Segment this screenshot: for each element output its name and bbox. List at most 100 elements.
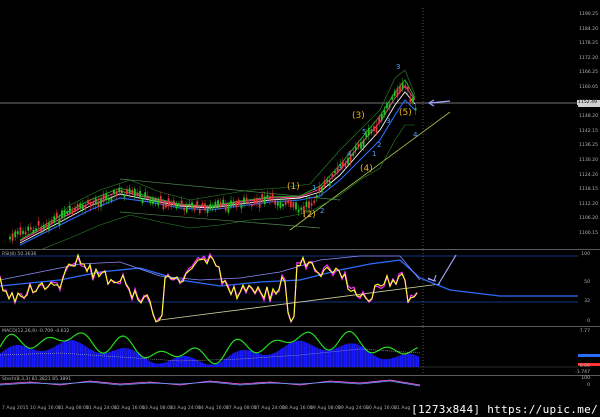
macd-histogram-bar <box>352 343 354 367</box>
candle-body <box>367 127 370 136</box>
candle-body <box>172 200 175 206</box>
macd-histogram-bar <box>214 364 216 367</box>
price-axis-label: 1106.20 <box>579 216 598 222</box>
wave-number: 1 <box>372 150 377 158</box>
macd-histogram-bar <box>356 344 359 367</box>
candle-body <box>29 227 32 230</box>
candle-body <box>63 209 66 217</box>
macd-histogram-bar <box>288 343 290 367</box>
macd-histogram-bar <box>12 345 15 367</box>
macd-histogram-bar <box>147 360 149 367</box>
candle-body <box>313 200 316 203</box>
macd-histogram-bar <box>57 344 59 367</box>
candle-body <box>162 201 165 210</box>
candle-body <box>97 201 100 207</box>
candle-body <box>144 192 147 198</box>
macd-histogram-bar <box>409 353 411 367</box>
wave-label-1: (1) <box>287 182 300 192</box>
macd-histogram-bar <box>379 358 381 367</box>
candle-body <box>81 204 84 209</box>
rsi-panel[interactable]: RSI(8) 50.3636 100 50 32 0 <box>0 250 600 326</box>
macd-histogram-bar <box>267 354 269 367</box>
wave-number: 3 <box>386 117 391 125</box>
price-axis-label: 1178.25 <box>579 41 598 47</box>
macd-histogram-bar <box>388 358 391 367</box>
candle-body <box>74 207 76 212</box>
candle-body <box>165 204 167 208</box>
macd-histogram-bar <box>96 352 98 367</box>
macd-histogram-bar <box>321 349 323 367</box>
wave-number: 4 <box>347 150 352 158</box>
macd-histogram-bar <box>208 364 210 367</box>
macd-histogram-bar <box>312 345 314 367</box>
candle-body <box>409 97 412 103</box>
candle-body <box>211 205 214 209</box>
rsi-axis-100: 100 <box>581 252 590 257</box>
macd-histogram-bar <box>19 345 21 367</box>
candle-body <box>61 210 63 218</box>
macd-histogram-bar <box>252 351 255 367</box>
macd-histogram-bar <box>134 351 136 367</box>
candle-body <box>154 199 157 203</box>
macd-histogram-bar <box>228 355 231 367</box>
candle-body <box>118 188 121 193</box>
candle-body <box>295 202 297 210</box>
price-axis-label: 1172.20 <box>579 55 598 61</box>
macd-axis-top: 7.77 <box>579 329 590 334</box>
macd-histogram-bar <box>257 353 259 367</box>
candle-body <box>243 197 245 204</box>
candle-body <box>224 204 227 211</box>
candle-body <box>19 227 22 236</box>
macd-histogram-bar <box>220 361 223 367</box>
stoch-panel[interactable]: Stoch(8,3,3) 81.3821 85.3891 100 0 <box>0 376 600 389</box>
candle-body <box>209 204 212 208</box>
macd-histogram-bar <box>152 362 154 367</box>
candle-body <box>89 202 92 207</box>
candle-body <box>131 190 134 194</box>
candle-body <box>196 201 199 207</box>
candle-body <box>45 223 48 228</box>
macd-histogram-bar <box>62 341 64 367</box>
macd-histogram-bar <box>328 350 330 367</box>
macd-histogram-bar <box>27 347 29 367</box>
candle-body <box>282 203 284 207</box>
candle-body <box>235 201 238 208</box>
price-axis-label: 1124.20 <box>579 172 598 178</box>
macd-histogram-bar <box>65 340 67 367</box>
main-price-chart[interactable]: 1190.25 1184.20 1178.25 1172.20 1166.25 1160.… <box>0 0 600 249</box>
candle-body <box>357 143 360 147</box>
wave-number: 2 <box>320 207 325 215</box>
candle-body <box>105 193 108 200</box>
candle-body <box>126 189 128 195</box>
candle-body <box>55 212 58 219</box>
macd-panel[interactable]: MACD(12,26,9) -0.709 -4.632 7.77 0.00 -1… <box>0 327 600 375</box>
candle-body <box>261 194 264 199</box>
macd-histogram-bar <box>227 356 229 367</box>
macd-histogram-bar <box>99 353 101 367</box>
candle-body <box>274 200 277 205</box>
candle-body <box>250 204 253 207</box>
wave-number: 1 <box>312 184 317 192</box>
macd-histogram-bar <box>1 351 3 367</box>
macd-histogram-bar <box>184 355 186 367</box>
macd-histogram-bar <box>310 344 312 367</box>
macd-histogram-bar <box>144 357 146 367</box>
wave-number: 3 <box>338 164 343 172</box>
candle-body <box>271 193 274 198</box>
macd-histogram-bar <box>305 342 307 367</box>
candle-body <box>222 199 225 205</box>
candle-body <box>198 208 201 213</box>
rsi-plot-svg <box>0 250 578 326</box>
macd-histogram-bar <box>302 341 304 367</box>
macd-histogram-bar <box>120 348 122 367</box>
candle-body <box>159 196 162 201</box>
candle-body <box>401 82 404 90</box>
candle-body <box>370 129 373 134</box>
candle-body <box>201 203 204 207</box>
macd-histogram-bar <box>353 343 355 367</box>
candle-body <box>133 188 136 197</box>
macd-histogram-bar <box>161 363 163 367</box>
candle-body <box>300 207 303 210</box>
macd-histogram-bar <box>270 354 272 367</box>
candle-body <box>58 218 61 226</box>
